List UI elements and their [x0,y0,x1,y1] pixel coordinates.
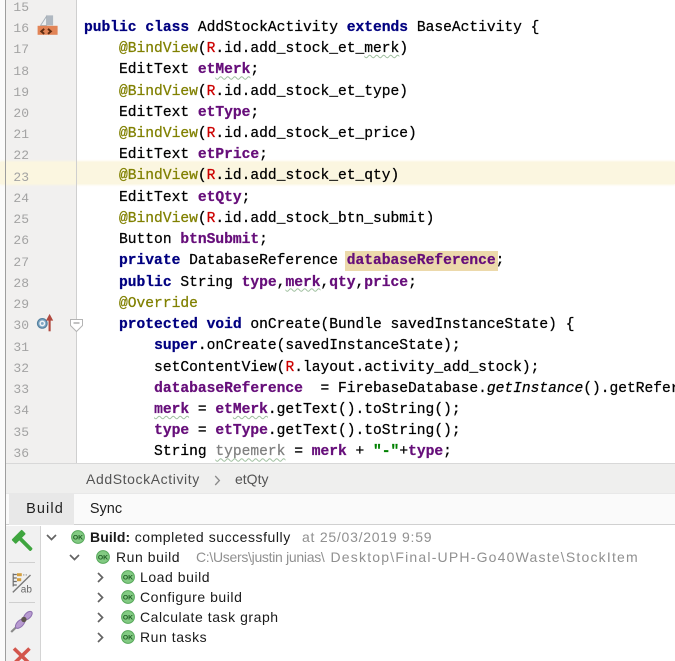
svg-text:OK: OK [72,535,82,542]
svg-text:OK: OK [97,555,107,562]
svg-text:OK: OK [122,575,132,582]
svg-text:OK: OK [122,595,132,602]
svg-text:OK: OK [122,635,132,642]
svg-text:OK: OK [122,615,132,622]
